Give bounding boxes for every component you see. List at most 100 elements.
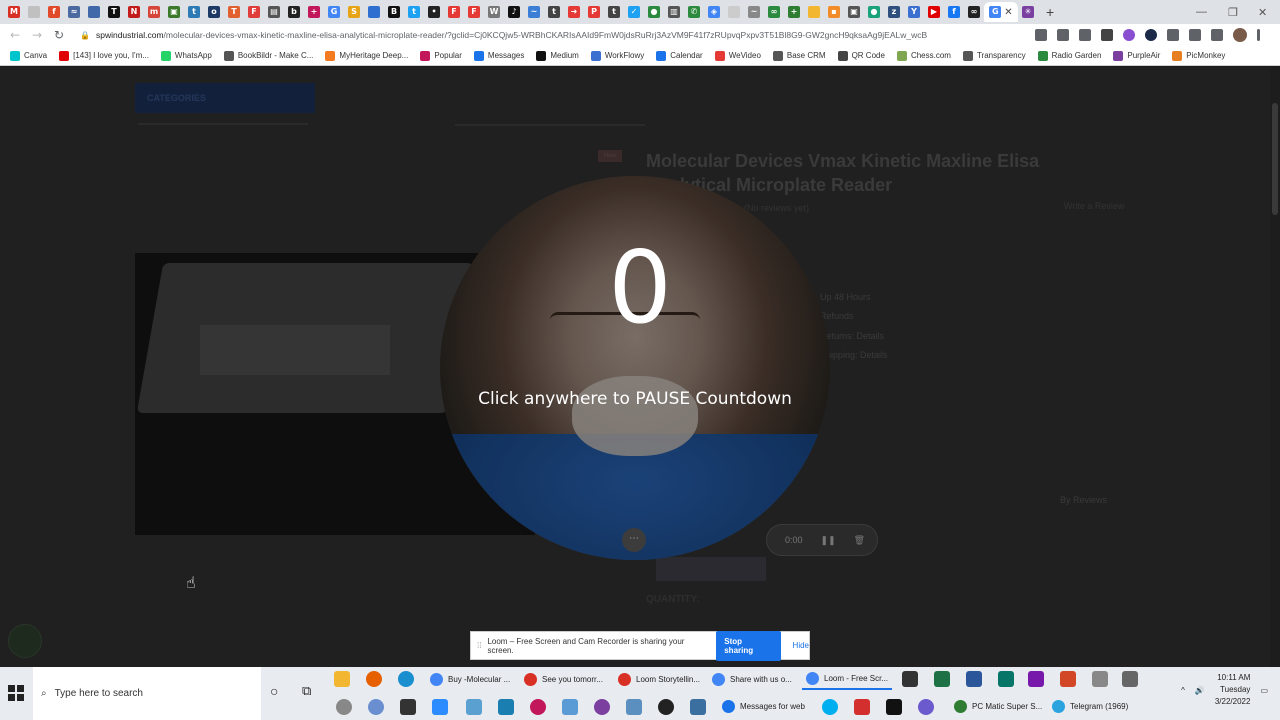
puzzle-icon[interactable]: [1167, 29, 1179, 41]
sidebar-icon[interactable]: [1211, 29, 1223, 41]
taskbar-window-7[interactable]: Telegram (1969): [1048, 695, 1132, 717]
bookmark-4[interactable]: MyHeritage Deep...: [325, 50, 408, 61]
headphones-icon[interactable]: [530, 699, 546, 715]
taskbar-window-2[interactable]: Loom Storytellin...: [614, 668, 704, 690]
skype-icon[interactable]: [822, 699, 838, 715]
taskbar-window-4[interactable]: Loom - Free Scr...: [802, 668, 893, 690]
volume-icon[interactable]: 🔊: [1195, 686, 1205, 695]
flip-tab[interactable]: F: [244, 2, 264, 22]
flipb-tab[interactable]: F: [444, 2, 464, 22]
taskbar-window-3[interactable]: Share with us o...: [708, 668, 796, 690]
wiki-tab[interactable]: W: [484, 2, 504, 22]
address-bar[interactable]: 🔒 spwindustrial.com /molecular-devices-v…: [80, 27, 1040, 43]
calculator-icon[interactable]: [1122, 671, 1138, 687]
drag-handle-icon[interactable]: ⁞⁞: [477, 641, 481, 650]
publisher-icon[interactable]: [998, 671, 1014, 687]
meta-link-3[interactable]: Shipping: Details: [820, 350, 888, 360]
site-tab[interactable]: o: [204, 2, 224, 22]
screen-icon[interactable]: [690, 699, 706, 715]
paint-icon[interactable]: [466, 699, 482, 715]
zoom-icon[interactable]: [432, 699, 448, 715]
tiktok-icon[interactable]: [886, 699, 902, 715]
link-tab[interactable]: ∞: [764, 2, 784, 22]
s-tab[interactable]: S: [344, 2, 364, 22]
excel-icon[interactable]: [934, 671, 950, 687]
page-scrollbar[interactable]: [1270, 67, 1280, 667]
task-view-icon[interactable]: ⧉: [302, 683, 311, 699]
list-icon[interactable]: [1189, 29, 1201, 41]
star-icon[interactable]: [1079, 29, 1091, 41]
edge-icon[interactable]: [398, 671, 414, 687]
zen-tab[interactable]: z: [884, 2, 904, 22]
bookmark-0[interactable]: Canva: [10, 50, 47, 61]
twitter-tab[interactable]: t: [404, 2, 424, 22]
flipc-tab[interactable]: F: [464, 2, 484, 22]
chat-button[interactable]: [8, 624, 42, 658]
hide-button[interactable]: Hide: [793, 641, 809, 650]
b-tab[interactable]: b: [284, 2, 304, 22]
bookmark-17[interactable]: PicMonkey: [1172, 50, 1225, 61]
t-tab[interactable]: T: [224, 2, 244, 22]
settings-icon[interactable]: [336, 699, 352, 715]
tweet-tab[interactable]: t: [184, 2, 204, 22]
plus-tab[interactable]: +: [304, 2, 324, 22]
yt-tab[interactable]: ▶: [924, 2, 944, 22]
mail-tab[interactable]: m: [144, 2, 164, 22]
active-tab[interactable]: G ✕: [984, 2, 1018, 22]
bookmark-12[interactable]: QR Code: [837, 50, 885, 61]
tap2-tab[interactable]: t: [604, 2, 624, 22]
write-review-link[interactable]: Write a Review: [1064, 201, 1124, 211]
calendar-tab[interactable]: [84, 2, 104, 22]
monitor-icon[interactable]: [626, 699, 642, 715]
more-options-button[interactable]: ⋯: [622, 528, 646, 552]
gmail-tab[interactable]: M: [4, 2, 24, 22]
notification-icon[interactable]: ▭: [1260, 686, 1268, 695]
microphone-icon[interactable]: [1092, 671, 1108, 687]
bookmark-9[interactable]: Calendar: [656, 50, 703, 61]
bookmark-3[interactable]: BookBildr - Make C...: [223, 50, 313, 61]
pause-countdown-message[interactable]: Click anywhere to PAUSE Countdown: [430, 389, 840, 409]
camera-icon[interactable]: [1035, 29, 1047, 41]
github-icon[interactable]: [658, 699, 674, 715]
taskbar-window-6[interactable]: PC Matic Super S...: [950, 695, 1046, 717]
photos-icon[interactable]: [498, 699, 514, 715]
gear-extension-icon[interactable]: [1123, 29, 1135, 41]
cloud-icon[interactable]: [562, 699, 578, 715]
cortana-app-icon[interactable]: [368, 699, 384, 715]
g-tab[interactable]: G: [324, 2, 344, 22]
doc-tab[interactable]: [24, 2, 44, 22]
taskbar-window-0[interactable]: Buy -Molecular ...: [426, 668, 514, 690]
cortana-icon[interactable]: ○: [270, 683, 278, 699]
bookmark-11[interactable]: Base CRM: [772, 50, 826, 61]
bookmark-6[interactable]: Messages: [473, 50, 524, 61]
taskbar-window-5[interactable]: Messages for web: [718, 695, 809, 717]
drive-tab[interactable]: ◈: [704, 2, 724, 22]
stop-sharing-button[interactable]: Stop sharing: [716, 630, 781, 661]
wave-tab[interactable]: ~: [524, 2, 544, 22]
share-icon[interactable]: [1057, 29, 1069, 41]
orange-tab[interactable]: ▪: [824, 2, 844, 22]
search-bar[interactable]: [455, 124, 645, 126]
star-app-icon[interactable]: [918, 699, 934, 715]
tap-tab[interactable]: t: [544, 2, 564, 22]
dot-tab[interactable]: ●: [644, 2, 664, 22]
acrobat-icon[interactable]: [854, 699, 870, 715]
categories-button[interactable]: CATEGORIES: [135, 83, 315, 113]
bookmark-16[interactable]: PurpleAir: [1113, 50, 1160, 61]
taskbar-window-1[interactable]: See you tomorr...: [520, 668, 607, 690]
tiktok-tab[interactable]: ♪: [504, 2, 524, 22]
folder-tab[interactable]: [804, 2, 824, 22]
taskbar-search[interactable]: ⌕ Type here to search: [33, 667, 261, 720]
square-tab[interactable]: [364, 2, 384, 22]
chart2-tab[interactable]: ▥: [664, 2, 684, 22]
tray-chevron-icon[interactable]: ^: [1181, 686, 1185, 695]
nyt-tab[interactable]: T: [104, 2, 124, 22]
file-explorer-icon[interactable]: [334, 671, 350, 687]
menu-icon[interactable]: [1257, 29, 1260, 41]
new-tab-button[interactable]: +: [1046, 4, 1054, 20]
minimize-button[interactable]: —: [1196, 0, 1207, 24]
loom-tab[interactable]: ∞: [964, 2, 984, 22]
netflix-tab[interactable]: N: [124, 2, 144, 22]
trash-icon[interactable]: 🗑: [854, 535, 865, 546]
blank-tab[interactable]: [724, 2, 744, 22]
